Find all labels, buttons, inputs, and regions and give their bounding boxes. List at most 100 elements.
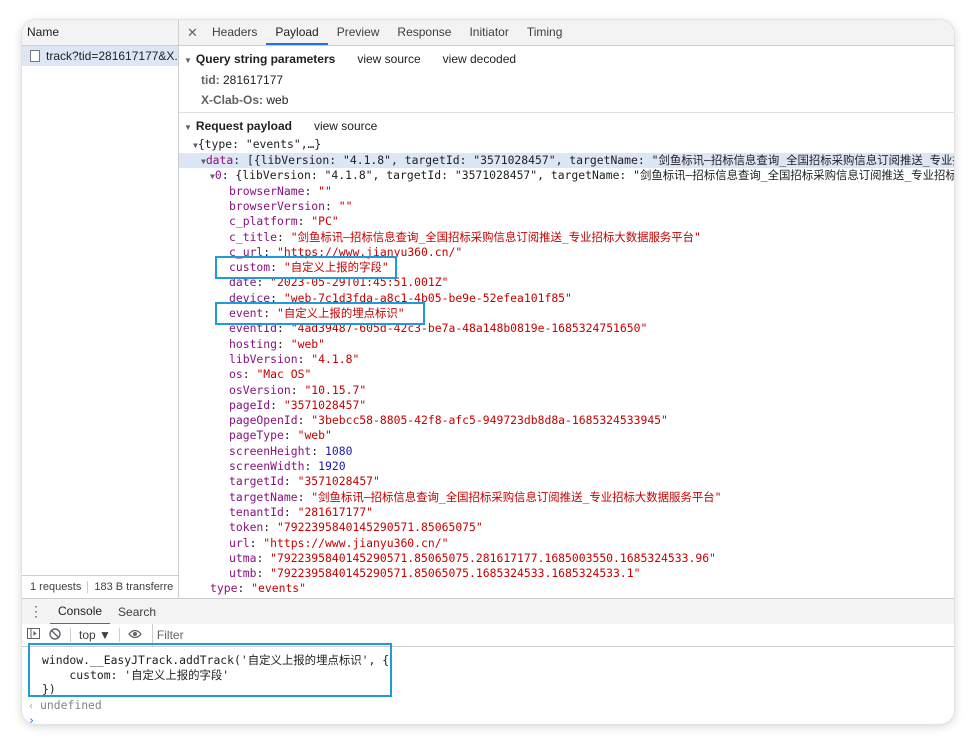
payload-field-targetname[interactable]: targetName: "剑鱼标讯—招标信息查询_全国招标采购信息订阅推送_专业… bbox=[229, 490, 721, 505]
payload-field-token[interactable]: token: "7922395840145290571.85065075" bbox=[229, 520, 483, 535]
field-value: 1080 bbox=[325, 443, 353, 458]
payload-field-pageid[interactable]: pageId: "3571028457" bbox=[229, 398, 366, 413]
field-key: pageId bbox=[229, 397, 271, 412]
field-value: "剑鱼标讯—招标信息查询_全国招标采购信息订阅推送_专业招标大数据服务平台" bbox=[311, 489, 722, 504]
request-payload-section-header[interactable]: ▼ Request payload view source bbox=[184, 119, 377, 133]
query-string-title: Query string parameters bbox=[195, 52, 336, 66]
field-key: targetId bbox=[229, 474, 284, 489]
payload-field-pageopenid[interactable]: pageOpenId: "3bebcc58-8805-42f8-afc5-949… bbox=[229, 413, 668, 428]
payload-field-targetid[interactable]: targetId: "3571028457" bbox=[229, 474, 380, 489]
field-key: osVersion bbox=[229, 382, 291, 397]
param-value: 281617177 bbox=[223, 73, 284, 87]
field-key: pageType bbox=[229, 428, 284, 443]
payload-field-libversion[interactable]: libVersion: "4.1.8" bbox=[229, 352, 359, 367]
toolbar-divider bbox=[118, 628, 120, 642]
payload-field-pagetype[interactable]: pageType: "web" bbox=[229, 428, 332, 443]
payload-field-c-platform[interactable]: c_platform: "PC" bbox=[229, 214, 339, 229]
view-source-button[interactable]: view source bbox=[357, 52, 420, 66]
request-name: track?tid=281617177&X... bbox=[46, 49, 178, 63]
field-key: browserName bbox=[229, 183, 305, 198]
result-arrow-icon: ‹ bbox=[28, 701, 41, 712]
request-row[interactable]: track?tid=281617177&X... bbox=[22, 46, 178, 66]
sidebar-toggle-icon[interactable] bbox=[22, 628, 44, 642]
field-value: "4.1.8" bbox=[311, 351, 360, 366]
data-key: data bbox=[205, 153, 234, 167]
payload-field-browsername[interactable]: browserName: "" bbox=[229, 184, 332, 199]
field-value: "Mac OS" bbox=[256, 367, 312, 382]
field-key: targetName bbox=[229, 489, 298, 504]
tab-initiator[interactable]: Initiator bbox=[460, 20, 517, 45]
view-decoded-button[interactable]: view decoded bbox=[443, 52, 516, 66]
eye-icon[interactable] bbox=[124, 628, 146, 642]
payload-data-row[interactable]: ▼data: [{libVersion: "4.1.8", targetId: … bbox=[201, 153, 954, 169]
field-value: "web" bbox=[290, 336, 326, 351]
field-key: pageOpenId bbox=[229, 413, 298, 428]
field-value: "7922395840145290571.85065075.281617177.… bbox=[270, 550, 716, 565]
query-param-os: X-Clab-Os: web bbox=[201, 93, 288, 107]
field-value: "3bebcc58-8805-42f8-afc5-949723db8d8a-16… bbox=[311, 413, 668, 428]
field-value: "3571028457" bbox=[297, 474, 380, 489]
tab-preview[interactable]: Preview bbox=[328, 20, 389, 45]
field-value: "3571028457" bbox=[283, 397, 367, 412]
name-column-header[interactable]: Name bbox=[22, 20, 178, 46]
field-value: "7922395840145290571.85065075.1685324533… bbox=[270, 566, 641, 581]
payload-field-utma[interactable]: utma: "7922395840145290571.85065075.2816… bbox=[229, 551, 716, 566]
data-summary: : [{libVersion: "4.1.8", targetId: "3571… bbox=[233, 153, 954, 167]
payload-field-osversion[interactable]: osVersion: "10.15.7" bbox=[229, 383, 366, 398]
tab-response[interactable]: Response bbox=[388, 20, 460, 45]
payload-field-screenheight[interactable]: screenHeight: 1080 bbox=[229, 444, 352, 459]
payload-field-os[interactable]: os: "Mac OS" bbox=[229, 367, 311, 382]
request-payload-title: Request payload bbox=[195, 119, 292, 133]
console-prompt-icon[interactable]: › bbox=[28, 713, 35, 724]
summary-divider bbox=[87, 581, 89, 594]
param-value: web bbox=[266, 93, 289, 107]
payload-root-row[interactable]: ▼{type: "events",…} bbox=[193, 137, 321, 153]
payload-field-hosting[interactable]: hosting: "web" bbox=[229, 337, 325, 352]
document-icon bbox=[30, 50, 40, 62]
context-selector[interactable]: top ▼ bbox=[79, 628, 111, 642]
field-value: "web" bbox=[297, 428, 332, 443]
payload-field-url[interactable]: url: "https://www.jianyu360.cn/" bbox=[229, 536, 448, 551]
more-options-icon[interactable]: ⋮ bbox=[22, 603, 50, 620]
item-summary: : {libVersion: "4.1.8", targetId: "35710… bbox=[221, 168, 954, 182]
field-key: utma bbox=[229, 550, 257, 565]
transferred-size: 183 B transferre bbox=[94, 581, 174, 593]
event-field-highlight bbox=[215, 302, 425, 325]
payload-type-row[interactable]: type: "events" bbox=[210, 581, 306, 596]
field-value: "" bbox=[318, 183, 332, 198]
payload-field-screenwidth[interactable]: screenWidth: 1920 bbox=[229, 459, 346, 474]
tab-console[interactable]: Console bbox=[50, 599, 111, 625]
field-value: 1920 bbox=[318, 459, 346, 473]
field-key: c_platform bbox=[229, 214, 298, 229]
payload-field-c-title[interactable]: c_title: "剑鱼标讯—招标信息查询_全国招标采购信息订阅推送_专业招标大… bbox=[229, 230, 701, 245]
field-key: utmb bbox=[229, 566, 257, 581]
field-value: "281617177" bbox=[297, 504, 374, 519]
tab-search[interactable]: Search bbox=[110, 600, 164, 624]
field-value: "events" bbox=[251, 581, 307, 595]
tab-payload[interactable]: Payload bbox=[266, 20, 328, 45]
query-string-section-header[interactable]: ▼ Query string parameters view source view … bbox=[184, 52, 516, 66]
tab-headers[interactable]: Headers bbox=[203, 20, 266, 45]
detail-tabbar: ✕ Headers Payload Preview Response Initi… bbox=[179, 20, 954, 46]
field-value: "https://www.jianyu360.cn/" bbox=[263, 535, 449, 550]
field-value: "PC" bbox=[311, 214, 339, 229]
field-key: libVersion bbox=[229, 351, 298, 366]
item-key: 0 bbox=[214, 168, 222, 182]
field-key: token bbox=[229, 520, 264, 535]
payload-field-utmb[interactable]: utmb: "7922395840145290571.85065075.1685… bbox=[229, 566, 640, 581]
payload-view-source-button[interactable]: view source bbox=[314, 119, 377, 133]
field-key: screenHeight bbox=[229, 443, 312, 458]
tab-timing[interactable]: Timing bbox=[518, 20, 572, 45]
console-command-highlight bbox=[28, 643, 392, 697]
triangle-down-icon: ▼ bbox=[184, 56, 192, 65]
clear-console-icon[interactable] bbox=[44, 627, 66, 643]
triangle-down-icon: ▼ bbox=[184, 123, 192, 132]
payload-field-browserversion[interactable]: browserVersion: "" bbox=[229, 199, 352, 214]
payload-item-row[interactable]: ▼0: {libVersion: "4.1.8", targetId: "357… bbox=[210, 168, 954, 184]
field-key: tenantId bbox=[229, 504, 284, 519]
field-value: "" bbox=[338, 198, 353, 213]
query-param-tid: tid: 281617177 bbox=[201, 73, 283, 87]
section-divider bbox=[179, 112, 954, 113]
close-icon[interactable]: ✕ bbox=[187, 20, 203, 45]
payload-field-tenantid[interactable]: tenantId: "281617177" bbox=[229, 505, 373, 520]
